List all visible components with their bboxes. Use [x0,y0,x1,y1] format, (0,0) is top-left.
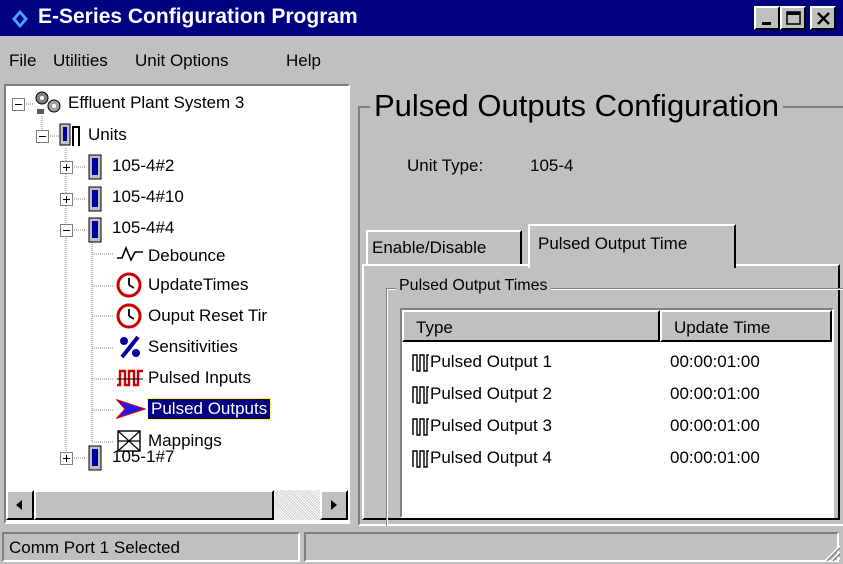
pulse-wave-icon [412,386,429,404]
status-pane-comm: Comm Port 1 Selected [2,532,300,562]
update-time: 00:00:01:00 [670,416,760,435]
minimize-button[interactable] [754,6,780,30]
tab-pulsed-output-time[interactable]: Pulsed Output Time [528,224,736,268]
status-pane-empty [304,532,839,562]
pulse-wave-icon [412,450,429,468]
scroll-left-button[interactable] [6,490,34,520]
column-header-type[interactable]: Type [402,310,660,342]
clock-icon [116,303,142,329]
unit-icon [88,154,102,180]
unit-icon [88,217,102,243]
tab-label: Enable/Disable [372,238,487,257]
tree-expand-toggle[interactable] [60,452,73,465]
menu-file[interactable]: File [9,51,36,71]
tree-item-label: 105-1#7 [112,447,175,466]
tree-item-label: Ouput Reset Tir [148,306,268,325]
tree-horizontal-scrollbar[interactable] [6,490,348,520]
tree-item-label: 105-4#2 [112,156,175,175]
arrow-left-icon [16,500,22,510]
units-icon [59,123,80,146]
tree-item-label: Sensitivities [148,337,238,356]
plus-icon [63,164,70,171]
output-type: Pulsed Output 1 [430,352,552,371]
maximize-button[interactable] [780,6,806,30]
minus-icon [39,136,46,137]
pulse-wave-icon [412,354,429,372]
plant-system-icon [35,91,61,114]
percent-icon [120,335,140,359]
menu-help[interactable]: Help [286,51,321,71]
output-type: Pulsed Output 4 [430,448,552,467]
tree-item-label: Units [88,125,127,144]
scrollbar-thumb[interactable] [34,490,274,520]
maximize-icon [786,11,801,25]
close-icon [817,12,830,25]
list-item[interactable]: Pulsed Output 3 00:00:01:00 [402,410,832,442]
menu-unit-options[interactable]: Unit Options [135,51,229,71]
tree-collapse-toggle[interactable] [12,98,25,111]
tree-item-label: 105-4#4 [112,218,175,237]
list-item[interactable]: Pulsed Output 1 00:00:01:00 [402,346,832,378]
update-time: 00:00:01:00 [670,448,760,467]
list-item[interactable]: Pulsed Output 2 00:00:01:00 [402,378,832,410]
pulsed-outputs-icon [116,399,146,419]
tab-label: Pulsed Output Time [538,234,688,253]
app-window: E-Series Configuration Program File Util… [0,0,843,564]
pulse-wave-icon [412,418,429,436]
group-title: Pulsed Output Times [396,277,551,295]
app-logo-icon [12,10,28,28]
column-header-label: Update Time [674,318,771,337]
list-item[interactable]: Pulsed Output 4 00:00:01:00 [402,442,832,474]
unit-type-value: 105-4 [530,156,574,175]
tree-connector-lines [24,103,114,459]
update-time: 00:00:01:00 [670,384,760,403]
minus-icon [63,230,70,231]
pulsed-inputs-icon [117,369,143,387]
tree-expand-toggle[interactable] [60,161,73,174]
tree-collapse-toggle[interactable] [36,130,49,143]
debounce-icon [117,245,143,262]
tree-item-label: Debounce [148,246,226,265]
tree-item-label: Pulsed Outputs [146,398,272,420]
scroll-right-button[interactable] [320,490,348,520]
title-bar[interactable]: E-Series Configuration Program [0,0,843,36]
tab-enable-disable[interactable]: Enable/Disable [366,230,522,264]
clock-icon [116,272,142,298]
column-header-update-time[interactable]: Update Time [660,310,832,342]
column-header-label: Type [416,318,453,337]
close-button[interactable] [810,6,836,30]
minimize-icon [762,22,771,25]
menu-bar: File Utilities Unit Options Help [0,38,843,78]
output-type: Pulsed Output 2 [430,384,552,403]
resize-grip-icon[interactable] [821,542,841,562]
update-time: 00:00:01:00 [670,352,760,371]
arrow-right-icon [331,500,337,510]
status-bar: Comm Port 1 Selected [0,526,843,564]
output-type: Pulsed Output 3 [430,416,552,435]
tree-expand-toggle[interactable] [60,193,73,206]
tree-item-label: Pulsed Inputs [148,368,252,387]
pulsed-output-list[interactable]: Type Update Time Pulsed Output 1 00:00:0… [400,308,834,518]
plus-icon [63,455,70,462]
status-text: Comm Port 1 Selected [9,538,181,557]
menu-utilities[interactable]: Utilities [53,51,108,71]
tree-collapse-toggle[interactable] [60,224,73,237]
unit-icon [88,186,102,212]
tree-item-label: UpdateTimes [148,275,249,294]
window-title: E-Series Configuration Program [38,5,358,28]
plus-icon [63,196,70,203]
configuration-title: Pulsed Outputs Configuration [370,88,783,124]
unit-type-label: Unit Type: [407,156,484,175]
unit-icon [88,445,102,471]
tree-view[interactable]: Effluent Plant System 3 Units 105-4#2 10… [4,84,350,524]
tree-item-label: 105-4#10 [112,187,184,206]
minus-icon [15,104,22,105]
tree-item-label: Effluent Plant System 3 [68,93,245,112]
